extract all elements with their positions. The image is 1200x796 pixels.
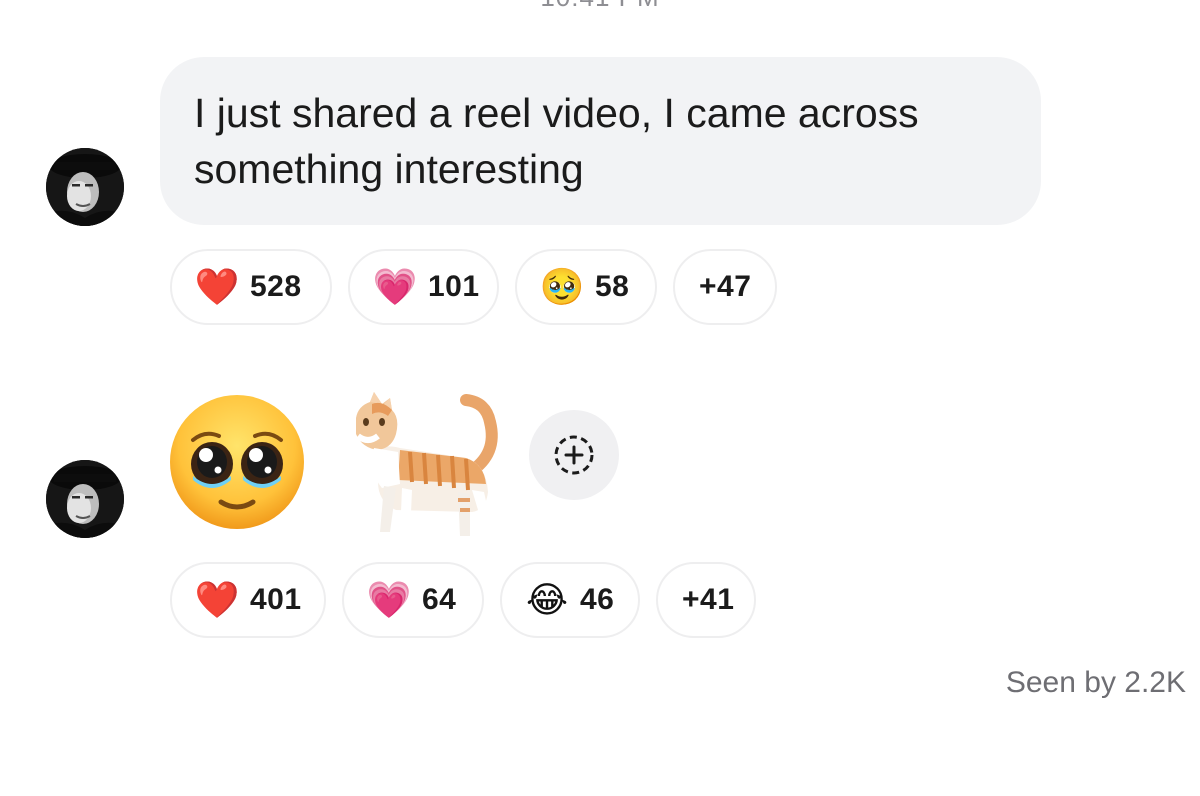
reaction-count: 58 (595, 270, 630, 303)
cat-icon[interactable] (348, 392, 503, 540)
reaction-pill-red-heart[interactable]: ❤️ 401 (170, 562, 326, 638)
message-bubble[interactable]: I just shared a reel video, I came acros… (160, 57, 1041, 225)
red-heart-icon: ❤️ (194, 266, 240, 307)
reaction-count: 401 (250, 583, 302, 616)
reaction-pill-tears-of-joy[interactable]: 😂 46 (500, 562, 640, 638)
more-reactions-count: +41 (682, 583, 735, 616)
pleading-face-icon[interactable] (167, 392, 307, 532)
tears-of-joy-icon: 😂 (525, 579, 569, 620)
reaction-pill-holding-back-tears[interactable]: 🥹 58 (515, 249, 657, 325)
reaction-pill-red-heart[interactable]: ❤️ 528 (170, 249, 332, 325)
message-timestamp: 10:41 PM (450, 0, 750, 8)
pink-heart-icon: 💗 (366, 579, 412, 620)
timestamp-container: 10:41 PM (450, 0, 750, 8)
avatar-photo (46, 460, 124, 538)
reaction-count: 528 (250, 270, 302, 303)
holding-back-tears-icon: 🥹 (539, 266, 585, 307)
red-heart-icon: ❤️ (194, 579, 240, 620)
reaction-bar: ❤️ 401 💗 64 😂 46 +41 (170, 562, 756, 638)
sender-avatar[interactable] (46, 148, 124, 226)
message-text: I just shared a reel video, I came acros… (194, 90, 919, 192)
sender-avatar[interactable] (46, 460, 124, 538)
pink-heart-icon: 💗 (372, 266, 418, 307)
add-reaction-icon (554, 435, 594, 475)
reaction-pill-pink-heart[interactable]: 💗 64 (342, 562, 484, 638)
reaction-count: 101 (428, 270, 480, 303)
avatar-photo (46, 148, 124, 226)
reaction-bar: ❤️ 528 💗 101 🥹 58 +47 (170, 249, 777, 325)
seen-by-label: Seen by 2.2K (1005, 666, 1186, 699)
reaction-count: 64 (422, 583, 457, 616)
reaction-pill-pink-heart[interactable]: 💗 101 (348, 249, 499, 325)
more-reactions-pill[interactable]: +47 (673, 249, 777, 325)
more-reactions-count: +47 (699, 270, 752, 303)
more-reactions-pill[interactable]: +41 (656, 562, 756, 638)
add-reaction-button[interactable] (529, 410, 619, 500)
reaction-count: 46 (580, 583, 615, 616)
